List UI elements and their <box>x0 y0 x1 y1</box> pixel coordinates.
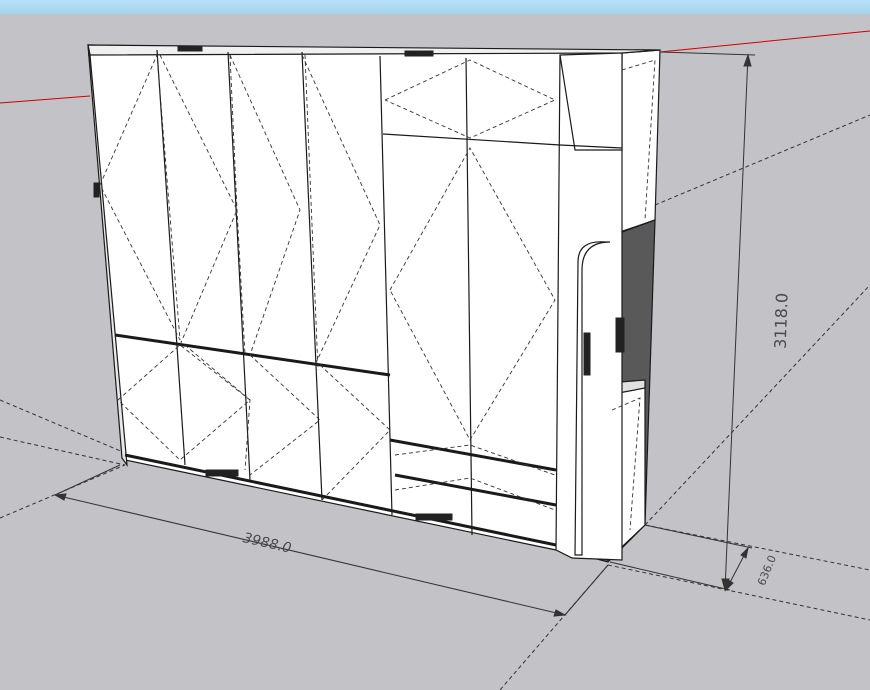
model-scene[interactable]: 3988.0 3118.0 636.0 <box>0 14 870 690</box>
sky-background <box>0 0 870 14</box>
depth-dimension[interactable] <box>644 524 753 592</box>
depth-dimension-label: 636.0 <box>755 553 779 587</box>
height-dimension-label: 3118.0 <box>771 293 792 350</box>
3d-model-viewport[interactable]: 3988.0 3118.0 636.0 <box>0 14 870 690</box>
width-dimension-label: 3988.0 <box>241 530 292 557</box>
